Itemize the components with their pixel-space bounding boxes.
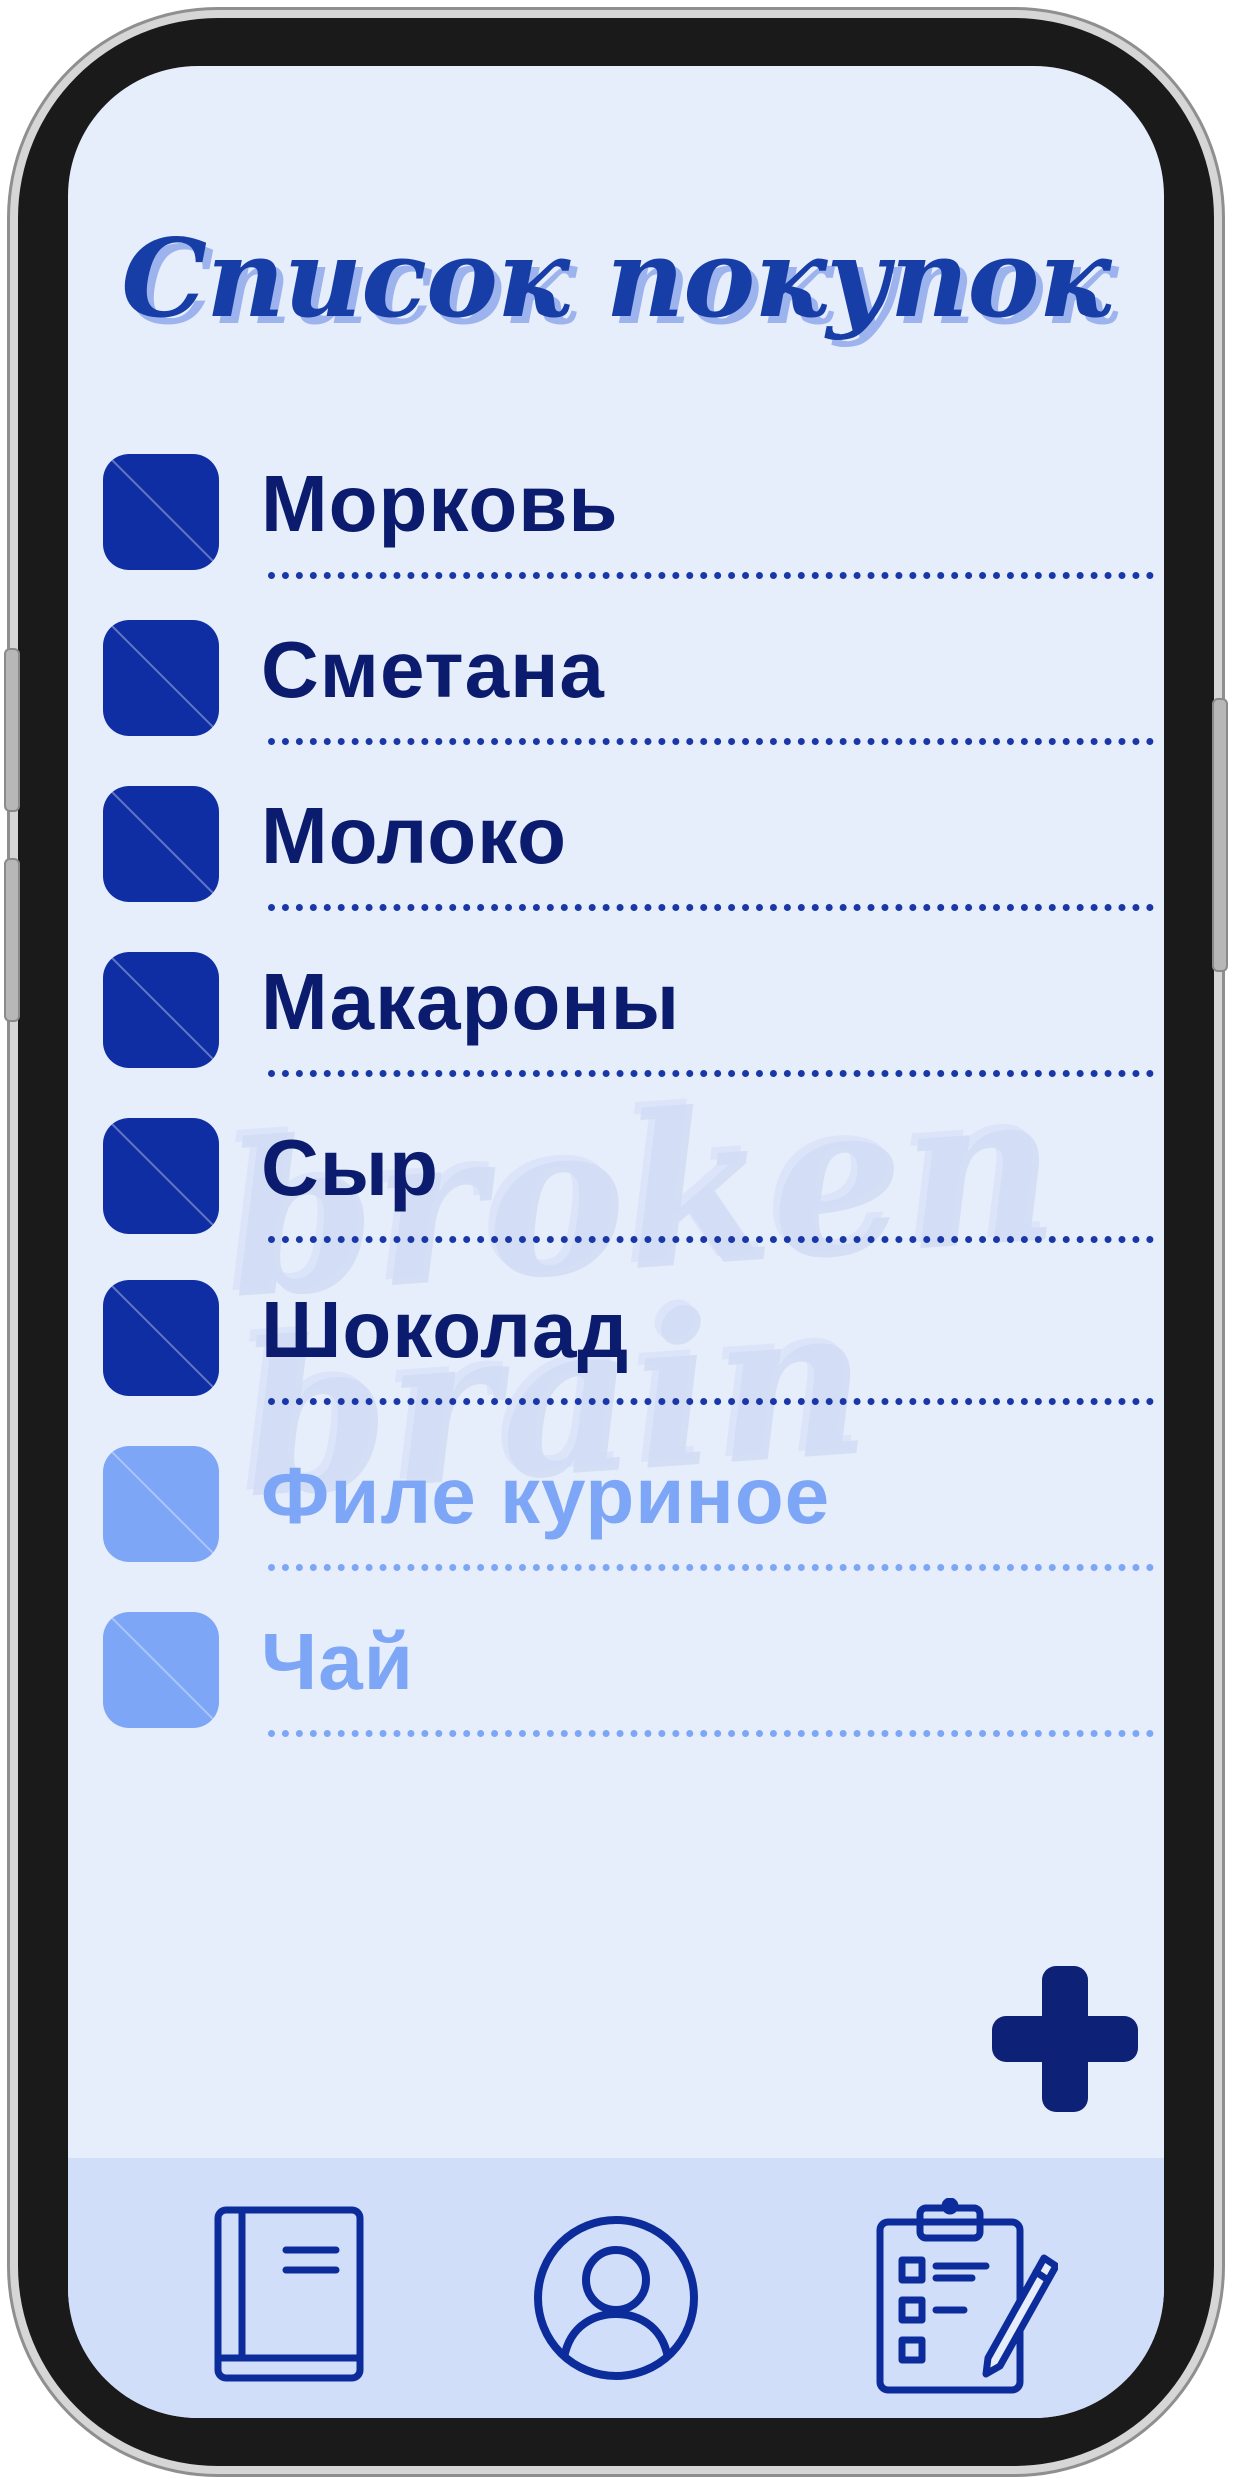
list-item[interactable]: Морковь [68, 406, 1164, 579]
nav-recipes-button[interactable] [208, 2198, 388, 2388]
list-item[interactable]: Шоколад [68, 1232, 1164, 1405]
side-button-upper [4, 648, 20, 812]
side-power-button [1212, 698, 1228, 972]
add-item-button[interactable]: Canva [992, 1966, 1138, 2112]
clipboard-checklist-icon [876, 2197, 1060, 2394]
item-checkbox[interactable] [103, 454, 219, 570]
item-checkbox[interactable] [103, 1280, 219, 1396]
item-checkbox[interactable] [103, 620, 219, 736]
item-checkbox[interactable] [103, 952, 219, 1068]
list-item[interactable]: Макароны [68, 904, 1164, 1077]
item-label: Макароны [261, 957, 681, 1046]
profile-icon [534, 2216, 698, 2380]
list-item[interactable]: Сыр [68, 1070, 1164, 1243]
item-label: Молоко [261, 791, 567, 880]
bottom-nav-bar [68, 2158, 1164, 2418]
list-item[interactable]: Молоко [68, 738, 1164, 911]
nav-list-button[interactable] [868, 2197, 1060, 2394]
side-button-lower [4, 858, 20, 1022]
list-item[interactable]: Сметана [68, 572, 1164, 745]
plus-watermark: Canva [1046, 2028, 1091, 2044]
item-checkbox-checked[interactable] [103, 1612, 219, 1728]
item-divider [268, 1730, 1154, 1737]
app-screen: Список покупок broken brain Морковь Смет… [68, 66, 1164, 2418]
page-title: Список покупок [121, 216, 1111, 342]
item-label: Морковь [261, 459, 619, 548]
nav-profile-button[interactable] [526, 2198, 706, 2388]
item-label: Чай [261, 1617, 414, 1706]
item-checkbox[interactable] [103, 786, 219, 902]
item-checkbox-checked[interactable] [103, 1446, 219, 1562]
phone-frame: Список покупок broken brain Морковь Смет… [4, 18, 1228, 2466]
item-checkbox[interactable] [103, 1118, 219, 1234]
book-icon [214, 2206, 364, 2382]
list-item-completed[interactable]: Чай [68, 1564, 1164, 1737]
item-label: Сыр [261, 1123, 439, 1212]
list-item-completed[interactable]: Филе куриное [68, 1398, 1164, 1571]
item-label: Сметана [261, 625, 605, 714]
item-label: Филе куриное [261, 1451, 831, 1540]
item-label: Шоколад [261, 1285, 630, 1374]
